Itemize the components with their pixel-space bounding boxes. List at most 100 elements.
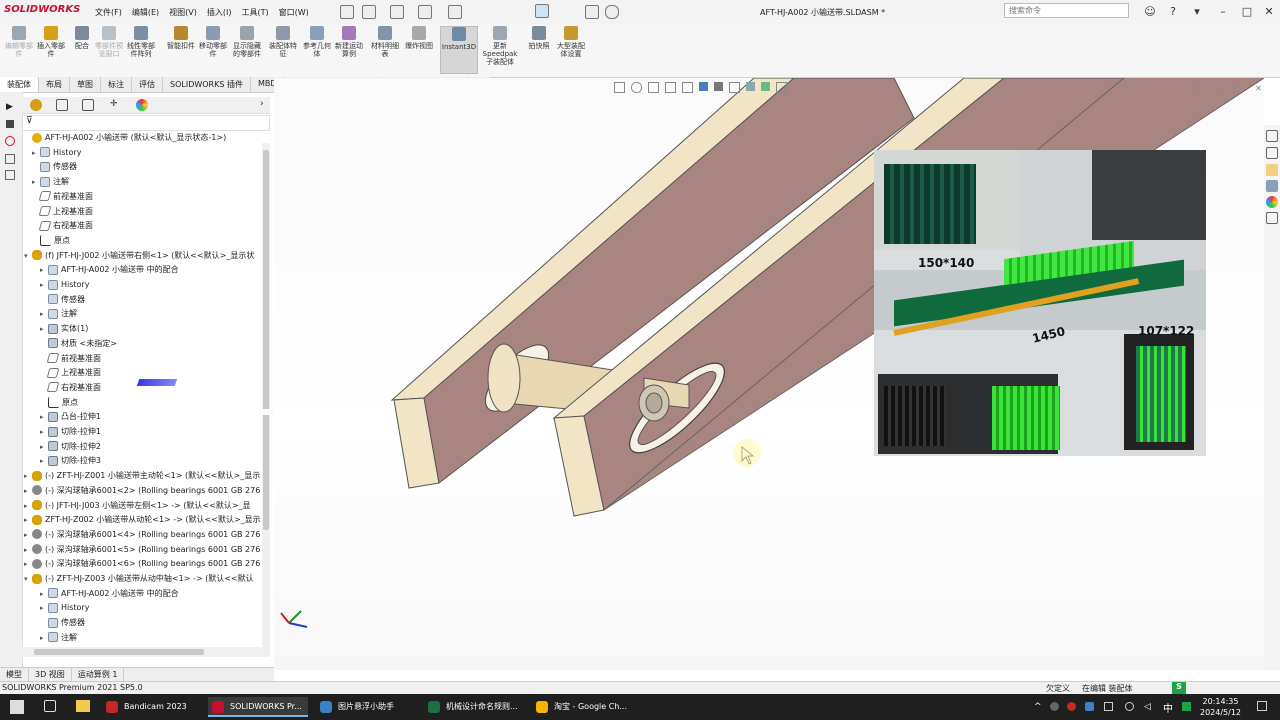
command-4[interactable]: 线性零部件阵列 [126, 26, 156, 58]
display-pane-icon[interactable] [5, 170, 15, 180]
resources-home-icon[interactable] [1266, 130, 1278, 142]
tab-0[interactable]: 装配体 [0, 77, 39, 92]
zoom-fit-icon[interactable] [614, 82, 625, 93]
menu-item-4[interactable]: 工具(T) [241, 7, 268, 18]
model-tab-0[interactable]: 模型 [0, 668, 29, 682]
notification-icon[interactable] [1257, 701, 1267, 711]
tree-row[interactable]: ▸ AFT-HJ-A002 小输送带 中的配合 [40, 587, 179, 601]
tree-row[interactable]: 右视基准面 [40, 381, 101, 395]
command-6[interactable]: 移动零部件 [198, 26, 228, 58]
options-gear-icon[interactable] [605, 5, 619, 19]
tree-row[interactable]: ▸ 实体(1) [40, 322, 88, 336]
tree-row[interactable]: ▸ AFT-HJ-A002 小输送带 中的配合 [40, 263, 179, 277]
taskbar-app-0[interactable]: Bandicam 2023 [102, 697, 193, 717]
command-7[interactable]: 显示隐藏的零部件 [232, 26, 262, 58]
command-1[interactable]: 插入零部件 [36, 26, 66, 58]
tree-row[interactable]: ▸ 切除-拉伸1 [40, 425, 101, 439]
dynamic-annotation-icon[interactable] [682, 82, 693, 93]
tree-toggle-icon[interactable]: ▸ [32, 146, 40, 160]
tree-toggle-icon[interactable]: ▸ [40, 307, 48, 321]
tree-row[interactable]: 传感器 [40, 293, 85, 307]
command-13[interactable]: Instant3D [440, 26, 478, 74]
file-properties-icon[interactable] [585, 5, 599, 19]
command-14[interactable]: 更新Speedpak子装配体 [482, 26, 518, 66]
model-tab-1[interactable]: 3D 视图 [29, 668, 72, 682]
tree-row[interactable]: 上视基准面 [40, 366, 101, 380]
tree-scroll-thumb[interactable] [263, 150, 269, 530]
new-file-icon[interactable] [362, 5, 376, 19]
command-2[interactable]: 配合 [67, 26, 97, 50]
select-arrow-icon[interactable] [535, 4, 549, 18]
tree-row[interactable]: ▸ (-) ZFT-HJ-Z001 小输送带主动轮<1> (默认<<默认>_显示 [24, 469, 260, 483]
edit-appearance-icon[interactable] [746, 82, 755, 91]
minimize-button[interactable]: – [1216, 5, 1230, 19]
configuration-manager-icon[interactable] [82, 99, 94, 111]
tree-toggle-icon[interactable]: ▸ [40, 631, 48, 645]
tree-row[interactable]: ▸ 注解 [40, 307, 77, 321]
menu-item-0[interactable]: 文件(F) [95, 7, 122, 18]
tree-toggle-icon[interactable]: ▸ [40, 263, 48, 277]
tree-row[interactable]: ▸ (-) 深沟球轴承6001<4> (Rolling bearings 6001… [24, 528, 260, 542]
panel-collapse-icon[interactable]: › [260, 99, 264, 109]
expand-icon[interactable]: ▾ [1190, 5, 1204, 19]
taskbar-app-4[interactable]: 淘宝 - Google Ch... [532, 697, 633, 717]
menu-item-5[interactable]: 窗口(W) [279, 7, 309, 18]
tree-row[interactable]: ▸ (-) 深沟球轴承6001<2> (Rolling bearings 6001… [24, 484, 260, 498]
tree-toggle-icon[interactable]: ▸ [40, 410, 48, 424]
previous-view-icon[interactable] [648, 82, 659, 93]
tree-toggle-icon[interactable]: ▸ [24, 557, 32, 571]
search-commands-input[interactable] [1004, 3, 1129, 18]
tree-row[interactable]: 传感器 [32, 160, 77, 174]
tree-toggle-icon[interactable]: ▸ [40, 601, 48, 615]
tree-toggle-icon[interactable]: ▸ [40, 322, 48, 336]
model-tab-2[interactable]: 运动算例 1 [72, 668, 125, 682]
tree-row[interactable]: ▸ 凸台-拉伸1 [40, 410, 101, 424]
zoom-area-icon[interactable] [631, 82, 642, 93]
tree-toggle-icon[interactable]: ▸ [24, 499, 32, 513]
tree-toggle-icon[interactable]: ▸ [24, 469, 32, 483]
tree-row[interactable]: AFT-HJ-A002 小输送带 (默认<默认_显示状态-1>) [24, 131, 226, 145]
tab-1[interactable]: 布局 [39, 77, 70, 92]
tree-toggle-icon[interactable]: ▾ [24, 572, 32, 586]
tab-4[interactable]: 评估 [132, 77, 163, 92]
record-icon[interactable] [5, 136, 15, 146]
viewport-min-icon[interactable]: – [1216, 84, 1220, 93]
tree-row[interactable]: 传感器 [40, 616, 85, 630]
tree-row[interactable]: 原点 [40, 396, 78, 410]
tree-toggle-icon[interactable]: ▸ [40, 587, 48, 601]
command-9[interactable]: 参考几何体 [302, 26, 332, 58]
command-16[interactable]: 大型装配体设置 [556, 26, 586, 58]
appearances-icon[interactable] [1266, 196, 1278, 208]
tree-row[interactable]: ▸ ZFT-HJ-Z002 小输送带从动轮<1> -> (默认<<默认>_显示 [24, 513, 261, 527]
tree-toggle-icon[interactable]: ▸ [40, 278, 48, 292]
tree-row[interactable]: ▸ (-) 深沟球轴承6001<6> (Rolling bearings 6001… [24, 557, 260, 571]
tree-row[interactable]: 前视基准面 [32, 190, 93, 204]
viewport-restore-icon[interactable]: ▭ [1194, 84, 1202, 93]
scene-icon[interactable] [761, 82, 770, 91]
clock[interactable]: 20:14:35 2024/5/12 [1200, 696, 1241, 718]
help-icon[interactable]: ? [1166, 5, 1180, 19]
tray-volume-icon[interactable]: ◁ [1144, 702, 1151, 712]
task-view-icon[interactable] [44, 700, 56, 712]
tray-ime-icon[interactable] [1182, 702, 1191, 711]
maximize-button[interactable]: □ [1240, 5, 1254, 19]
menu-item-2[interactable]: 视图(V) [169, 7, 197, 18]
tree-row[interactable]: ▸ 注解 [40, 631, 77, 645]
tree-toggle-icon[interactable]: ▸ [32, 175, 40, 189]
dimxpert-icon[interactable]: ✛ [110, 99, 122, 111]
view-settings-icon[interactable] [776, 82, 787, 93]
tab-2[interactable]: 草图 [70, 77, 101, 92]
command-8[interactable]: 装配体特征 [268, 26, 298, 58]
tray-display-icon[interactable] [1104, 702, 1113, 711]
tree-row[interactable]: 前视基准面 [40, 352, 101, 366]
menu-item-1[interactable]: 编辑(E) [132, 7, 159, 18]
open-file-icon[interactable] [390, 5, 404, 19]
tree-row[interactable]: ▸ (-) 深沟球轴承6001<5> (Rolling bearings 6001… [24, 543, 260, 557]
expand-panel-icon[interactable]: ▶ [6, 102, 13, 112]
tree-row[interactable]: 上视基准面 [32, 205, 93, 219]
appearance-icon[interactable] [136, 99, 148, 111]
tree-row[interactable]: ▸ 注解 [32, 175, 69, 189]
command-5[interactable]: 智能扣件 [166, 26, 196, 50]
command-0[interactable]: 编辑零部件 [4, 26, 34, 58]
viewport-max-icon[interactable]: □ [1234, 84, 1242, 93]
